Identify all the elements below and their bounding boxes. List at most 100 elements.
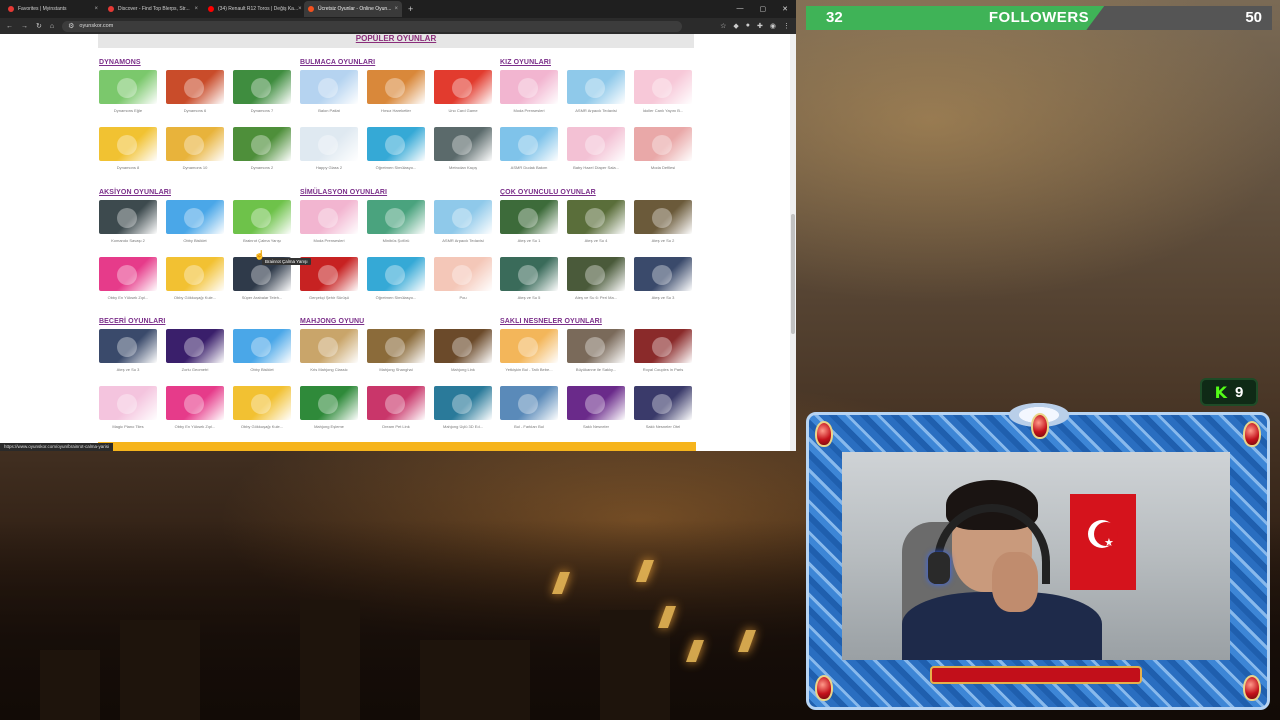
game-card[interactable]: Zorlu Geometri	[166, 329, 224, 375]
game-card[interactable]: Dynamons 2	[233, 127, 291, 173]
game-title[interactable]: Moda Prensesleri	[500, 108, 558, 113]
game-card[interactable]: Mahjong Shanghai	[367, 329, 425, 375]
game-title[interactable]: Obby Gökkuşağı Kule...	[166, 295, 224, 300]
game-thumbnail[interactable]	[233, 200, 291, 234]
game-thumbnail[interactable]	[166, 200, 224, 234]
game-thumbnail[interactable]	[500, 386, 558, 420]
game-title[interactable]: Kris Mahjong Classic	[300, 367, 358, 372]
game-title[interactable]: Obby En Yüksek Zıpl...	[166, 424, 224, 429]
game-title[interactable]: Dream Pet Link	[367, 424, 425, 429]
category-title[interactable]: AKSİYON OYUNLARI	[99, 189, 171, 196]
game-thumbnail[interactable]	[99, 200, 157, 234]
game-thumbnail[interactable]	[300, 329, 358, 363]
game-thumbnail[interactable]	[434, 70, 492, 104]
game-thumbnail[interactable]	[166, 386, 224, 420]
site-info-icon[interactable]: ⚙	[68, 22, 74, 30]
game-thumbnail[interactable]	[300, 70, 358, 104]
game-card[interactable]: Obby Bisiklet	[166, 200, 224, 246]
game-title[interactable]: Dynamons 8	[99, 165, 157, 170]
game-title[interactable]: Ateş ve Su 4	[567, 238, 625, 243]
game-title[interactable]: ASMR Arpacık Tedavisi	[567, 108, 625, 113]
category-title[interactable]: ÇOK OYUNCULU OYUNLAR	[500, 189, 596, 196]
game-title[interactable]: Brainrot Çalma Yarışı	[233, 238, 291, 243]
game-card[interactable]: Moda Prensesleri	[500, 70, 558, 116]
game-title[interactable]: Ateş ve Su 3	[99, 367, 157, 372]
category-title[interactable]: SAKLI NESNELER OYUNLARI	[500, 318, 602, 325]
tab-close-icon[interactable]: ×	[94, 6, 98, 12]
game-card[interactable]: Dynamons Eğle	[99, 70, 157, 116]
browser-tab[interactable]: (34) Renault R12 Toros | Değiş Ka... ×	[204, 1, 302, 17]
game-card[interactable]: Dynamons 8	[99, 127, 157, 173]
game-title[interactable]: Yetkişkin Bul - Tatlı Bebe...	[500, 367, 558, 372]
game-card[interactable]: Yetkişkin Bul - Tatlı Bebe...	[500, 329, 558, 375]
game-title[interactable]: Saklı Nesneler Otel	[634, 424, 692, 429]
game-title[interactable]: Zorlu Geometri	[166, 367, 224, 372]
game-title[interactable]: Dynamons 2	[233, 165, 291, 170]
game-thumbnail[interactable]	[300, 127, 358, 161]
category-title[interactable]: DYNAMONS	[99, 59, 141, 66]
tab-close-icon[interactable]: ×	[194, 6, 198, 12]
game-thumbnail[interactable]	[634, 386, 692, 420]
game-card[interactable]: Obby Gökkuşağı Kule...	[233, 386, 291, 432]
game-thumbnail[interactable]	[567, 386, 625, 420]
extension-icon[interactable]: ●	[746, 22, 750, 30]
game-title[interactable]: Moda Defilesi	[634, 165, 692, 170]
popular-games-header[interactable]: POPÜLER OYUNLAR	[98, 34, 694, 48]
category-title[interactable]: SİMÜLASYON OYUNLARI	[300, 189, 387, 196]
game-card[interactable]: Mahjong Üçlü 3D Ed...	[434, 386, 492, 432]
game-card[interactable]: ASMR Dudak Bakım	[500, 127, 558, 173]
game-card[interactable]: Brainrot Çalma Yarışı	[233, 200, 291, 246]
puzzle-icon[interactable]: ✚	[757, 22, 763, 30]
game-thumbnail[interactable]	[634, 70, 692, 104]
minimize-icon[interactable]: —	[737, 5, 744, 13]
game-title[interactable]: Moda Prensesleri	[300, 238, 358, 243]
game-thumbnail[interactable]	[367, 70, 425, 104]
game-thumbnail[interactable]	[233, 329, 291, 363]
game-title[interactable]: Ateş ve Su 3	[634, 295, 692, 300]
game-title[interactable]: İdoller Canlı Yayını B...	[634, 108, 692, 113]
game-thumbnail[interactable]	[99, 127, 157, 161]
extension-icon[interactable]: ◆	[733, 22, 738, 30]
game-card[interactable]: Ateş ve Su 3	[99, 329, 157, 375]
game-thumbnail[interactable]	[367, 257, 425, 291]
game-card[interactable]: Ateş ve Su 6: Peri Ma...	[567, 257, 625, 303]
game-title[interactable]: Dynamons 6	[166, 108, 224, 113]
game-thumbnail[interactable]	[434, 386, 492, 420]
game-thumbnail[interactable]	[233, 386, 291, 420]
game-card[interactable]: Ateş ve Su 3	[634, 257, 692, 303]
game-thumbnail[interactable]	[434, 127, 492, 161]
game-card[interactable]: Moda Prensesleri	[300, 200, 358, 246]
game-thumbnail[interactable]	[367, 200, 425, 234]
game-title[interactable]: ASMR Dudak Bakım	[500, 165, 558, 170]
game-title[interactable]: Obby En Yüksek Zıpl...	[99, 295, 157, 300]
game-card[interactable]: Balon Patlat	[300, 70, 358, 116]
game-card[interactable]: Obby En Yüksek Zıpl...	[99, 257, 157, 303]
game-card[interactable]: Baby Hazel Diaper Sala...	[567, 127, 625, 173]
close-icon[interactable]: ✕	[782, 5, 788, 13]
game-card[interactable]: Ateş ve Su 4	[567, 200, 625, 246]
game-card[interactable]: Minibüs Şoförü	[367, 200, 425, 246]
tab-close-icon[interactable]: ×	[394, 6, 398, 12]
page-scrollbar[interactable]	[790, 34, 796, 451]
game-card[interactable]: Dynamons 7	[233, 70, 291, 116]
category-title[interactable]: BECERİ OYUNLARI	[99, 318, 165, 325]
game-thumbnail[interactable]	[99, 329, 157, 363]
game-card[interactable]: Happy Glass 2	[300, 127, 358, 173]
game-title[interactable]: Obby Bisiklet	[233, 367, 291, 372]
game-thumbnail[interactable]	[634, 127, 692, 161]
back-icon[interactable]: ←	[6, 23, 13, 30]
tab-close-icon[interactable]: ×	[298, 6, 302, 12]
game-title[interactable]: Baby Hazel Diaper Sala...	[567, 165, 625, 170]
game-card[interactable]: Obby En Yüksek Zıpl...	[166, 386, 224, 432]
game-card[interactable]: Büyükanne ile Saklıy...	[567, 329, 625, 375]
address-bar[interactable]: ⚙ oyunskor.com	[62, 20, 683, 32]
game-thumbnail[interactable]	[367, 127, 425, 161]
profile-icon[interactable]: ◉	[770, 22, 776, 30]
browser-tab[interactable]: Favorites | Myinstants ×	[4, 1, 102, 17]
game-thumbnail[interactable]	[99, 257, 157, 291]
game-thumbnail[interactable]	[300, 386, 358, 420]
game-card[interactable]: Dynamons 6	[166, 70, 224, 116]
game-thumbnail[interactable]	[434, 257, 492, 291]
game-card[interactable]: Metrodan Kaçış	[434, 127, 492, 173]
category-title[interactable]: MAHJONG OYUNU	[300, 318, 364, 325]
